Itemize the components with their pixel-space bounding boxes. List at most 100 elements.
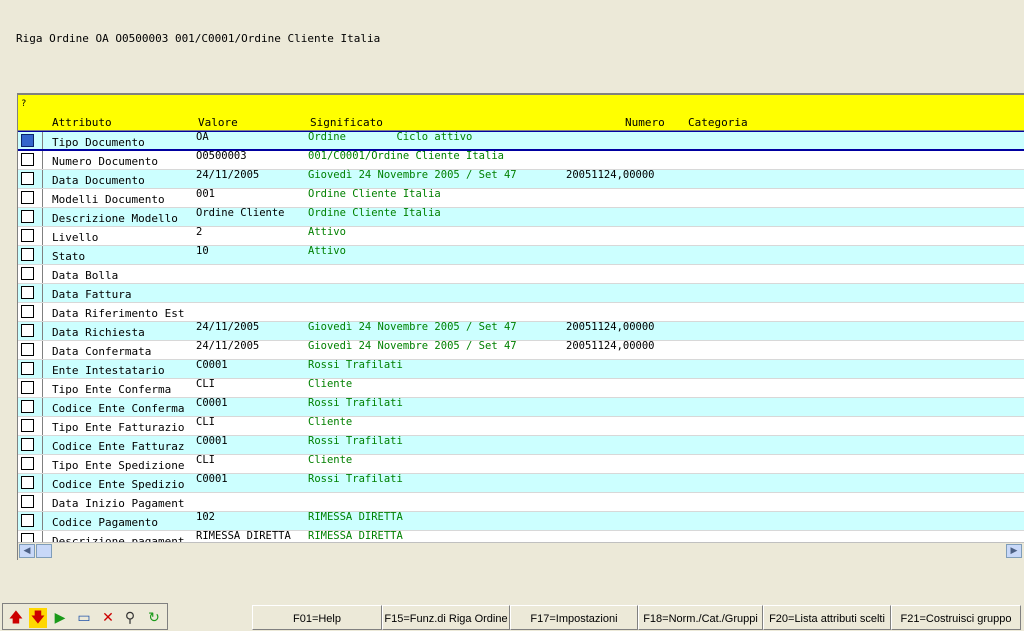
cell-attributo: Codice Ente Spedizio (52, 478, 185, 491)
row-divider (42, 189, 43, 207)
bottom-bar: 🡅 🡇 ▶ ▭ ✕ ⚲ ↻ F01=Help F15=Funz.di Riga … (0, 601, 1024, 631)
table-row[interactable]: Livello 2 Attivo (18, 226, 1024, 246)
scroll-thumb[interactable] (36, 544, 52, 558)
row-selector-checkbox[interactable] (21, 419, 34, 432)
table-row[interactable]: Tipo Ente Spedizione CLI Cliente (18, 454, 1024, 474)
row-selector-checkbox[interactable] (21, 267, 34, 280)
row-selector-checkbox[interactable] (21, 476, 34, 489)
table-row[interactable]: Data Bolla (18, 265, 1024, 284)
table-row[interactable]: Codice Ente Conferma C0001 Rossi Trafilati (18, 397, 1024, 417)
eraser-icon[interactable]: ▭ (75, 608, 93, 628)
cell-valore[interactable]: 24/11/2005 (196, 169, 259, 181)
cell-valore[interactable]: C0001 (196, 473, 228, 485)
row-selector-checkbox[interactable] (21, 305, 34, 318)
cell-valore[interactable]: CLI (196, 378, 215, 390)
cell-valore[interactable]: 001 (196, 188, 215, 200)
table-row[interactable]: Data Richiesta 24/11/2005 Giovedì 24 Novem… (18, 321, 1024, 341)
arrow-up-icon[interactable]: 🡅 (7, 608, 25, 628)
header-numero[interactable]: Numero (625, 116, 665, 129)
cell-valore[interactable]: RIMESSA DIRETTA (196, 530, 291, 542)
row-selector-checkbox[interactable] (21, 248, 34, 261)
table-row[interactable]: Tipo Ente Fatturazio CLI Cliente (18, 416, 1024, 436)
row-selector-checkbox[interactable] (21, 343, 34, 356)
header-significato[interactable]: Significato (310, 116, 383, 129)
table-row[interactable]: Codice Ente Spedizio C0001 Rossi Trafilati (18, 473, 1024, 493)
cell-significato: RIMESSA DIRETTA (308, 530, 403, 542)
row-selector-checkbox[interactable] (21, 495, 34, 508)
table-row[interactable]: Stato 10 Attivo (18, 245, 1024, 265)
row-selector-checkbox[interactable] (21, 153, 34, 166)
cell-valore[interactable]: 2 (196, 226, 202, 238)
row-selector-checkbox[interactable] (21, 134, 34, 147)
row-selector-checkbox[interactable] (21, 457, 34, 470)
grid-corner-help[interactable]: ? (21, 99, 26, 109)
cell-valore[interactable]: 10 (196, 245, 209, 257)
table-row[interactable]: Tipo Documento OA Ordine Ciclo attivo (18, 131, 1024, 151)
cell-significato: Rossi Trafilati (308, 435, 403, 447)
cell-valore[interactable]: 24/11/2005 (196, 340, 259, 352)
f01-help-button[interactable]: F01=Help (252, 605, 382, 630)
f18-norm-cat-gruppi-button[interactable]: F18=Norm./Cat./Gruppi (638, 605, 763, 630)
cell-valore[interactable]: Ordine Cliente (196, 207, 285, 219)
f20-lista-attributi-button[interactable]: F20=Lista attributi scelti (763, 605, 891, 630)
f21-costruisci-gruppo-button[interactable]: F21=Costruisci gruppo (891, 605, 1021, 630)
cell-valore[interactable]: 102 (196, 511, 215, 523)
row-selector-checkbox[interactable] (21, 324, 34, 337)
f17-impostazioni-button[interactable]: F17=Impostazioni (510, 605, 638, 630)
cell-valore[interactable]: O0500003 (196, 150, 247, 162)
table-row[interactable]: Codice Ente Fatturaz C0001 Rossi Trafilati (18, 435, 1024, 455)
table-row[interactable]: Data Riferimento Est (18, 303, 1024, 322)
cell-valore[interactable]: C0001 (196, 397, 228, 409)
row-selector-checkbox[interactable] (21, 400, 34, 413)
grid-header: ? Attributo Valore Significato Numero Ca… (18, 95, 1024, 131)
cell-significato: RIMESSA DIRETTA (308, 511, 403, 523)
cell-valore[interactable]: CLI (196, 416, 215, 428)
row-selector-checkbox[interactable] (21, 381, 34, 394)
cell-attributo: Modelli Documento (52, 193, 165, 206)
scroll-left-icon[interactable]: ◀ (19, 544, 35, 558)
cell-attributo: Tipo Ente Fatturazio (52, 421, 185, 434)
row-selector-checkbox[interactable] (21, 362, 34, 375)
function-key-bar: F01=Help F15=Funz.di Riga Ordine F17=Imp… (252, 605, 1022, 631)
cell-significato: Cliente (308, 454, 353, 466)
row-divider (42, 151, 43, 169)
row-selector-checkbox[interactable] (21, 286, 34, 299)
header-valore[interactable]: Valore (198, 116, 238, 129)
header-attributo[interactable]: Attributo (52, 116, 112, 129)
scroll-right-icon[interactable]: ▶ (1006, 544, 1022, 558)
grid-rows: Tipo Documento OA Ordine Ciclo attivo Numer… (18, 131, 1024, 560)
table-row[interactable]: Ente Intestatario C0001 Rossi Trafilati (18, 359, 1024, 379)
row-selector-checkbox[interactable] (21, 172, 34, 185)
row-selector-checkbox[interactable] (21, 191, 34, 204)
play-icon[interactable]: ▶ (51, 608, 69, 628)
row-divider (42, 474, 43, 492)
row-divider (42, 436, 43, 454)
row-divider (42, 208, 43, 226)
table-row[interactable]: Tipo Ente Conferma CLI Cliente (18, 378, 1024, 398)
cell-valore[interactable]: OA (196, 131, 209, 143)
search-icon[interactable]: ⚲ (121, 608, 139, 628)
table-row[interactable]: Data Documento 24/11/2005 Giovedì 24 Novem… (18, 169, 1024, 189)
attribute-grid[interactable]: ? Attributo Valore Significato Numero Ca… (17, 93, 1024, 560)
cell-valore[interactable]: 24/11/2005 (196, 321, 259, 333)
table-row[interactable]: Data Inizio Pagament (18, 493, 1024, 512)
arrow-down-icon[interactable]: 🡇 (29, 608, 47, 628)
f15-funz-riga-ordine-button[interactable]: F15=Funz.di Riga Ordine (382, 605, 510, 630)
cell-valore[interactable]: CLI (196, 454, 215, 466)
horizontal-scrollbar[interactable]: ◀ ▶ (18, 542, 1024, 560)
delete-icon[interactable]: ✕ (99, 608, 117, 628)
row-selector-checkbox[interactable] (21, 514, 34, 527)
cell-valore[interactable]: C0001 (196, 435, 228, 447)
table-row[interactable]: Codice Pagamento 102 RIMESSA DIRETTA (18, 511, 1024, 531)
refresh-icon[interactable]: ↻ (145, 608, 163, 628)
header-categoria[interactable]: Categoria (688, 116, 748, 129)
row-selector-checkbox[interactable] (21, 210, 34, 223)
row-selector-checkbox[interactable] (21, 438, 34, 451)
table-row[interactable]: Descrizione Modello Ordine Cliente Ordine … (18, 207, 1024, 227)
row-selector-checkbox[interactable] (21, 229, 34, 242)
cell-valore[interactable]: C0001 (196, 359, 228, 371)
table-row[interactable]: Numero Documento O0500003 001/C0001/Ordine… (18, 150, 1024, 170)
table-row[interactable]: Data Confermata 24/11/2005 Giovedì 24 Nove… (18, 340, 1024, 360)
table-row[interactable]: Data Fattura (18, 284, 1024, 303)
table-row[interactable]: Modelli Documento 001 Ordine Cliente Itali… (18, 188, 1024, 208)
